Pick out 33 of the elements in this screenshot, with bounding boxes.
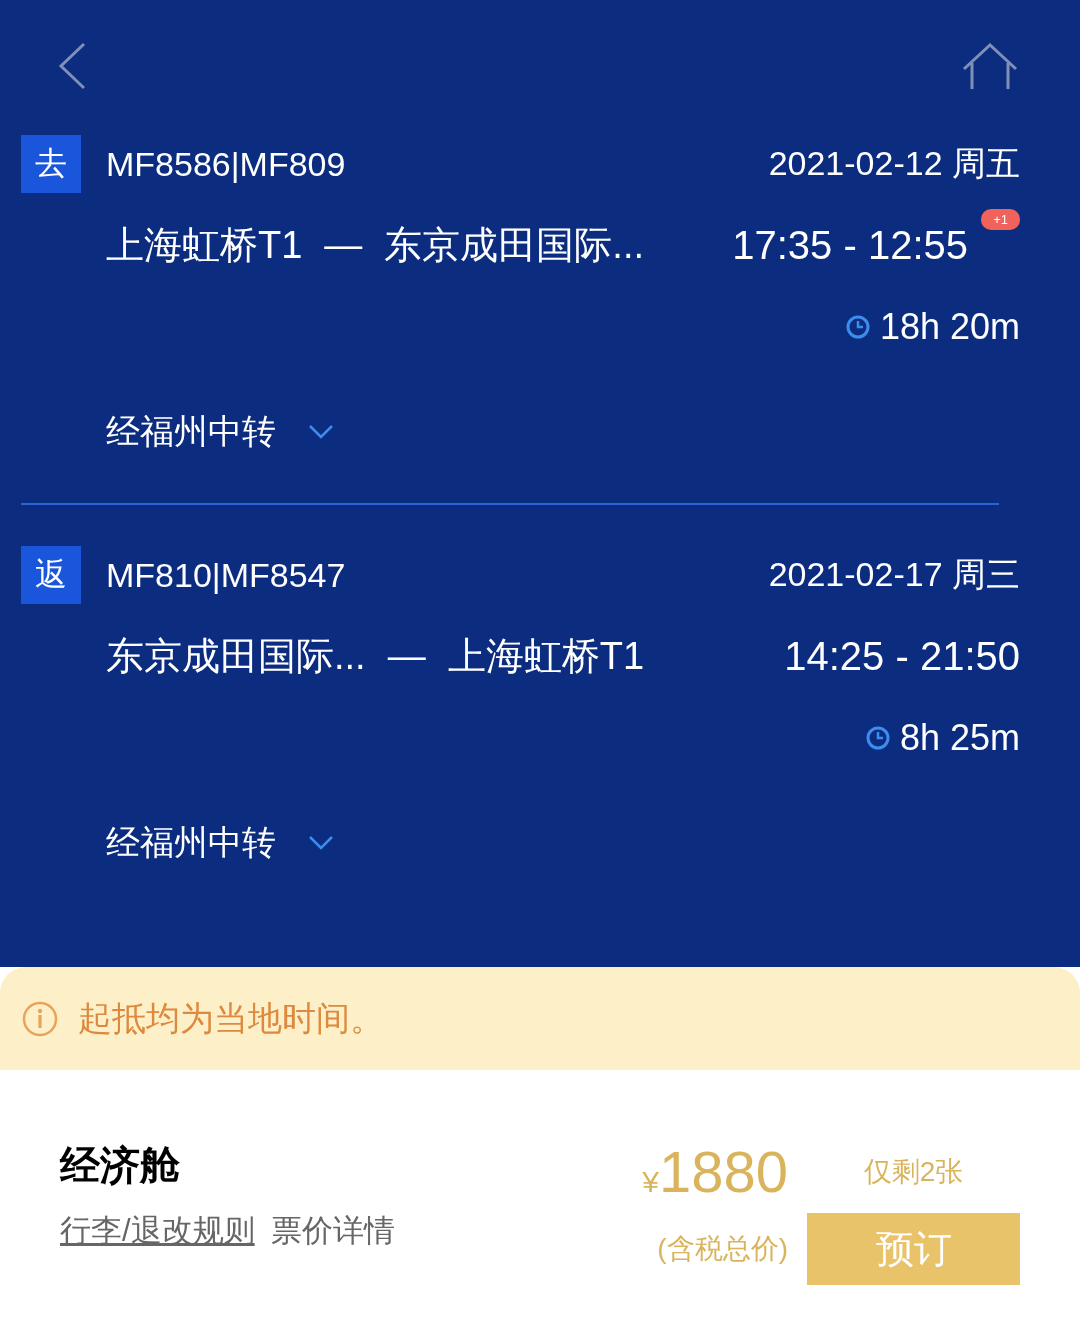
home-icon[interactable] (962, 43, 1018, 89)
route-dash: — (324, 223, 363, 267)
transfer-info: 经福州中转 (106, 822, 276, 863)
trip-tag: 去 (21, 135, 81, 193)
route-dash: — (387, 634, 426, 678)
flight-date: 2021-02-12 周五 (768, 143, 1020, 184)
notice-text: 起抵均为当地时间。 (78, 997, 384, 1039)
info-icon (22, 1000, 58, 1037)
clock-icon (865, 726, 890, 750)
back-icon[interactable] (58, 42, 86, 90)
day-offset-badge: +1 (981, 208, 1020, 230)
arrival-airport: 东京成田国际... (384, 222, 645, 268)
flight-number: MF810|MF8547 (106, 555, 346, 595)
clock-icon (845, 315, 870, 339)
flight-number: MF8586|MF809 (106, 144, 346, 184)
arrival-airport: 上海虹桥T1 (447, 633, 645, 679)
rules-link[interactable]: 行李/退改规则 (60, 1210, 255, 1252)
flight-times: 14:25 - 21:50 (784, 633, 1020, 679)
flight-date: 2021-02-17 周三 (768, 554, 1020, 595)
departure-airport: 东京成田国际... (106, 633, 366, 679)
transfer-info: 经福州中转 (106, 411, 276, 452)
seats-remaining: 仅剩2张 (862, 1154, 965, 1189)
chevron-icon[interactable] (308, 835, 334, 851)
flight-duration: 8h 25m (899, 717, 1020, 759)
flight-duration: 18h 20m (879, 306, 1020, 348)
fare-details-link[interactable]: 票价详情 (270, 1210, 395, 1252)
tax-note: (含税总价) (656, 1232, 788, 1266)
departure-airport: 上海虹桥T1 (106, 222, 303, 268)
price-currency: ¥ (642, 1165, 659, 1198)
chevron-icon[interactable] (308, 424, 334, 440)
trip-tag: 返 (21, 546, 81, 604)
cabin-class: 经济舱 (60, 1142, 181, 1188)
price-amount: 1880 (658, 1139, 788, 1204)
